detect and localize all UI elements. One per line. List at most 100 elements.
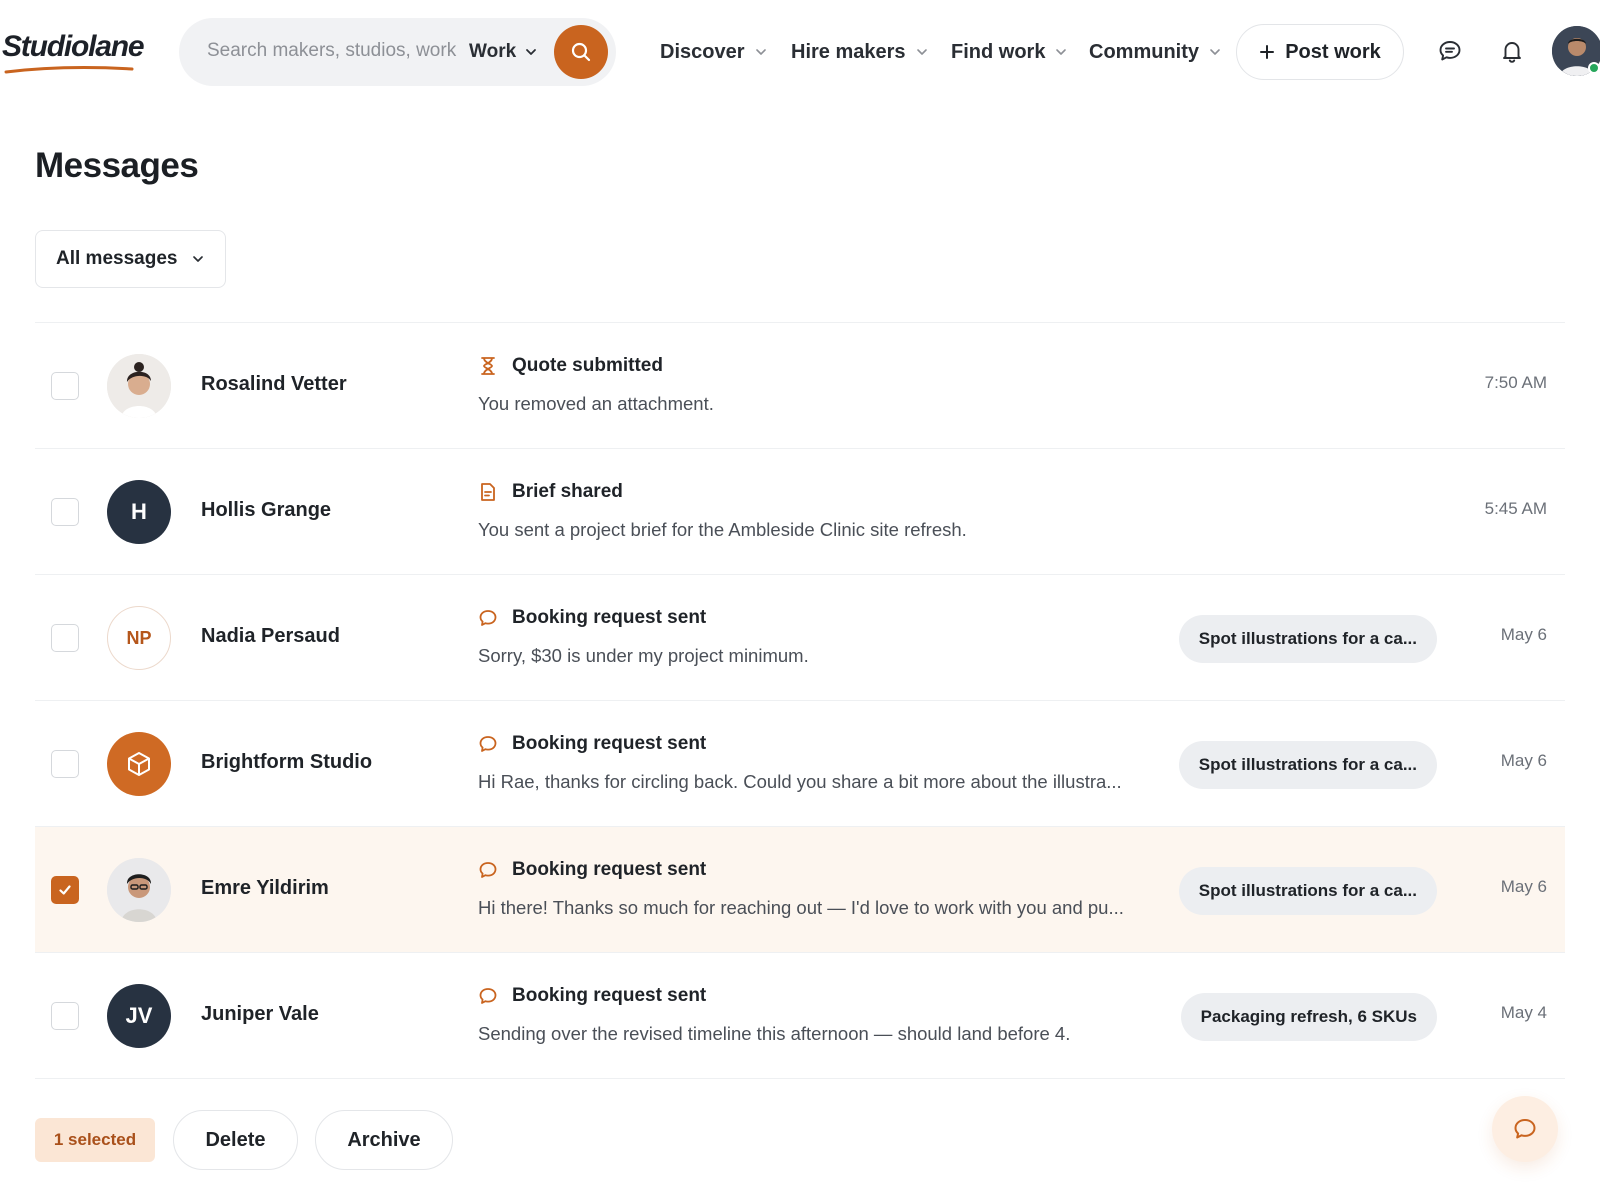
- logo[interactable]: Studiolane: [2, 30, 145, 64]
- search-input[interactable]: [207, 40, 467, 62]
- row-checkbox[interactable]: [51, 750, 79, 778]
- nav-community-label: Community: [1089, 40, 1199, 63]
- message-preview: Hi Rae, thanks for circling back. Could …: [478, 771, 1122, 792]
- message-time: 7:50 AM: [1484, 373, 1547, 392]
- avatar-photo: [107, 354, 171, 418]
- search-bar: Work: [179, 18, 616, 86]
- nav-discover[interactable]: Discover: [660, 0, 768, 104]
- avatar: NP: [107, 606, 171, 670]
- post-work-label: Post work: [1285, 40, 1381, 63]
- avatar: H: [107, 480, 171, 544]
- nav-find-work[interactable]: Find work: [951, 0, 1068, 104]
- message-row[interactable]: NP Nadia Persaud Booking request sent So…: [35, 575, 1565, 701]
- chevron-down-icon: [755, 49, 766, 55]
- online-status-dot: [1588, 62, 1600, 74]
- chat-bubble-icon: [478, 986, 498, 1006]
- hourglass-icon: [478, 356, 498, 376]
- plus-icon: [1260, 45, 1275, 59]
- message-subject: Booking request sent: [478, 733, 706, 755]
- message-time: May 6: [1500, 877, 1547, 896]
- message-subject: Brief shared: [478, 481, 623, 503]
- new-message-fab[interactable]: [1492, 1096, 1558, 1162]
- message-subject: Booking request sent: [478, 607, 706, 629]
- message-preview: You sent a project brief for the Amblesi…: [478, 519, 967, 540]
- archive-button[interactable]: Archive: [315, 1110, 453, 1170]
- message-subject-text: Booking request sent: [512, 859, 707, 880]
- chat-bubble-icon: [478, 860, 498, 880]
- project-tag[interactable]: Packaging refresh, 6 SKUs: [1180, 993, 1437, 1041]
- nav-hire-makers-label: Hire makers: [791, 40, 906, 63]
- search-icon: [571, 42, 591, 62]
- logo-underline: [4, 66, 134, 74]
- row-checkbox[interactable]: [51, 1002, 79, 1030]
- project-tag[interactable]: Spot illustrations for a ca...: [1178, 741, 1437, 789]
- row-checkbox[interactable]: [51, 372, 79, 400]
- avatar: [107, 732, 171, 796]
- message-list: Rosalind Vetter Quote submitted You remo…: [35, 322, 1565, 1079]
- delete-button[interactable]: Delete: [173, 1110, 298, 1170]
- sender-name: Hollis Grange: [201, 499, 332, 521]
- avatar-initials: JV: [125, 1003, 153, 1028]
- message-subject: Booking request sent: [478, 859, 706, 881]
- document-icon: [478, 482, 498, 502]
- bell-icon: [1503, 42, 1521, 63]
- avatar: [107, 858, 171, 922]
- avatar: [107, 354, 171, 418]
- row-checkbox[interactable]: [51, 498, 79, 526]
- message-preview: Sending over the revised timeline this a…: [478, 1023, 1071, 1044]
- message-row[interactable]: H Hollis Grange Brief shared You sent a …: [35, 449, 1565, 575]
- search-scope-label: Work: [469, 41, 517, 62]
- nav-community[interactable]: Community: [1089, 0, 1222, 104]
- project-tag[interactable]: Spot illustrations for a ca...: [1178, 867, 1437, 915]
- selected-count-badge: 1 selected: [35, 1118, 155, 1162]
- cube-logo-icon: [128, 752, 150, 776]
- chevron-down-icon: [1056, 49, 1067, 55]
- message-row[interactable]: JV Juniper Vale Booking request sent Sen…: [35, 953, 1565, 1079]
- row-checkbox[interactable]: [51, 624, 79, 652]
- message-time: May 4: [1500, 1003, 1547, 1022]
- chevron-down-icon: [1210, 49, 1220, 55]
- message-time: May 6: [1500, 625, 1547, 644]
- message-subject-text: Booking request sent: [512, 733, 707, 754]
- row-checkbox-checked[interactable]: [51, 876, 79, 904]
- message-preview: You removed an attachment.: [478, 393, 714, 414]
- avatar-photo: [107, 858, 171, 922]
- message-row[interactable]: Rosalind Vetter Quote submitted You remo…: [35, 323, 1565, 449]
- sender-name: Juniper Vale: [201, 1003, 319, 1025]
- top-header: Studiolane Work Discover Hire makers Fin…: [0, 0, 1600, 104]
- chat-bubble-icon: [478, 734, 498, 754]
- nav-find-work-label: Find work: [951, 40, 1046, 63]
- message-filter-dropdown[interactable]: All messages: [35, 230, 226, 288]
- message-time: May 6: [1500, 751, 1547, 770]
- message-subject-text: Booking request sent: [512, 607, 707, 628]
- message-row[interactable]: Brightform Studio Booking request sent H…: [35, 701, 1565, 827]
- nav-hire-makers[interactable]: Hire makers: [791, 0, 929, 104]
- message-filter-label: All messages: [56, 248, 178, 269]
- messages-button[interactable]: [1435, 36, 1465, 66]
- chat-bubble-icon: [478, 608, 498, 628]
- sender-name: Rosalind Vetter: [201, 373, 347, 395]
- message-preview: Hi there! Thanks so much for reaching ou…: [478, 897, 1124, 918]
- message-subject: Booking request sent: [478, 985, 706, 1007]
- chevron-down-icon: [526, 49, 537, 55]
- message-time: 5:45 AM: [1484, 499, 1547, 518]
- chat-bubble-icon: [1514, 1119, 1536, 1139]
- avatar-initials: H: [131, 499, 147, 524]
- message-subject-text: Quote submitted: [512, 355, 663, 376]
- search-button[interactable]: [554, 25, 608, 79]
- message-subject: Quote submitted: [478, 355, 663, 377]
- chevron-down-icon: [193, 256, 204, 262]
- message-subject-text: Booking request sent: [512, 985, 707, 1006]
- message-subject-text: Brief shared: [512, 481, 623, 502]
- checkmark-icon: [59, 885, 71, 895]
- post-work-button[interactable]: Post work: [1236, 24, 1404, 80]
- avatar-initials: NP: [126, 627, 152, 648]
- message-row-selected[interactable]: Emre Yildirim Booking request sent Hi th…: [35, 827, 1565, 953]
- nav-discover-label: Discover: [660, 40, 745, 63]
- chat-icon: [1439, 41, 1461, 61]
- search-scope-select[interactable]: Work: [469, 18, 538, 86]
- page-title: Messages: [35, 146, 199, 185]
- project-tag[interactable]: Spot illustrations for a ca...: [1178, 615, 1437, 663]
- message-preview: Sorry, $30 is under my project minimum.: [478, 645, 809, 666]
- notifications-button[interactable]: [1497, 36, 1527, 66]
